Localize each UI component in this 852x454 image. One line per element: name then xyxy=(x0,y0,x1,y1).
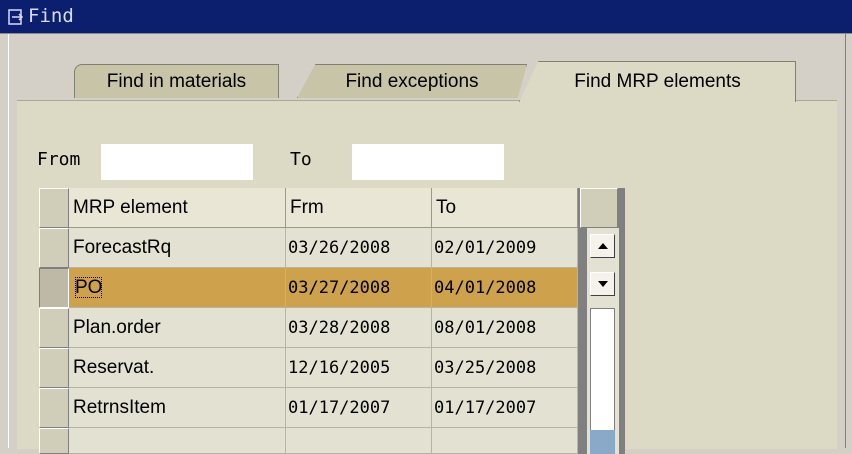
row-selector[interactable] xyxy=(39,428,69,454)
column-header-from[interactable]: Frm xyxy=(286,188,432,228)
scroll-down-button[interactable] xyxy=(590,272,615,296)
row-selector[interactable] xyxy=(39,388,69,428)
mrp-elements-table: MRP element Frm To ForecastRq 03/26/2008… xyxy=(39,188,625,454)
table-cell-to[interactable]: 02/01/2009 xyxy=(432,228,578,268)
table-cell-element: PO xyxy=(75,277,103,298)
table-cell-element[interactable] xyxy=(69,428,286,454)
vertical-scrollbar[interactable] xyxy=(587,228,619,454)
table-cell-element[interactable]: ForecastRq xyxy=(69,228,286,268)
tab-strip: Find in materials Find exceptions Find M… xyxy=(9,34,845,102)
from-input[interactable] xyxy=(101,144,253,180)
row-selector[interactable] xyxy=(39,228,69,268)
row-selector[interactable] xyxy=(39,348,69,388)
title-bar: Find xyxy=(0,0,852,34)
table-cell-from[interactable]: 03/26/2008 xyxy=(286,228,432,268)
table-cell-to[interactable]: 03/25/2008 xyxy=(432,348,578,388)
table-cell-from[interactable]: 03/27/2008 xyxy=(286,268,432,308)
scroll-thumb[interactable] xyxy=(590,430,615,454)
table-row-selected[interactable]: PO xyxy=(69,268,286,308)
column-settings-button[interactable] xyxy=(580,188,618,228)
table-cell-from[interactable]: 03/28/2008 xyxy=(286,308,432,348)
tab-find-exceptions[interactable]: Find exceptions xyxy=(297,64,527,98)
table-cell-to[interactable]: 01/17/2007 xyxy=(432,388,578,428)
arrow-down-icon xyxy=(598,281,608,287)
arrow-up-icon xyxy=(598,243,608,249)
window-title: Find xyxy=(28,5,74,27)
table-cell-from[interactable] xyxy=(286,428,432,454)
table-cell-to[interactable]: 04/01/2008 xyxy=(432,268,578,308)
tab-find-in-materials[interactable]: Find in materials xyxy=(74,64,279,98)
from-label: From xyxy=(37,149,81,170)
dialog-frame: Find in materials Find exceptions Find M… xyxy=(8,34,846,454)
table-cell-from[interactable]: 12/16/2005 xyxy=(286,348,432,388)
scroll-up-button[interactable] xyxy=(590,234,615,258)
table-cell-from[interactable]: 01/17/2007 xyxy=(286,388,432,428)
tab-panel-find-mrp-elements: From To MRP element Frm To ForecastRq 03… xyxy=(17,100,837,454)
table-cell-to[interactable]: 08/01/2008 xyxy=(432,308,578,348)
to-label: To xyxy=(290,149,312,170)
find-window-icon xyxy=(8,9,24,25)
row-selector[interactable] xyxy=(39,308,69,348)
column-header-to[interactable]: To xyxy=(432,188,578,228)
table-cell-element[interactable]: Plan.order xyxy=(69,308,286,348)
column-header-mrp-element[interactable]: MRP element xyxy=(69,188,286,228)
table-cell-element[interactable]: RetrnsItem xyxy=(69,388,286,428)
table-cell-element[interactable]: Reservat. xyxy=(69,348,286,388)
table-cell-to[interactable] xyxy=(432,428,578,454)
select-all-button[interactable] xyxy=(39,188,69,228)
row-selector-selected[interactable] xyxy=(39,268,69,308)
to-input[interactable] xyxy=(352,144,504,180)
tab-find-mrp-elements[interactable]: Find MRP elements xyxy=(519,61,796,102)
